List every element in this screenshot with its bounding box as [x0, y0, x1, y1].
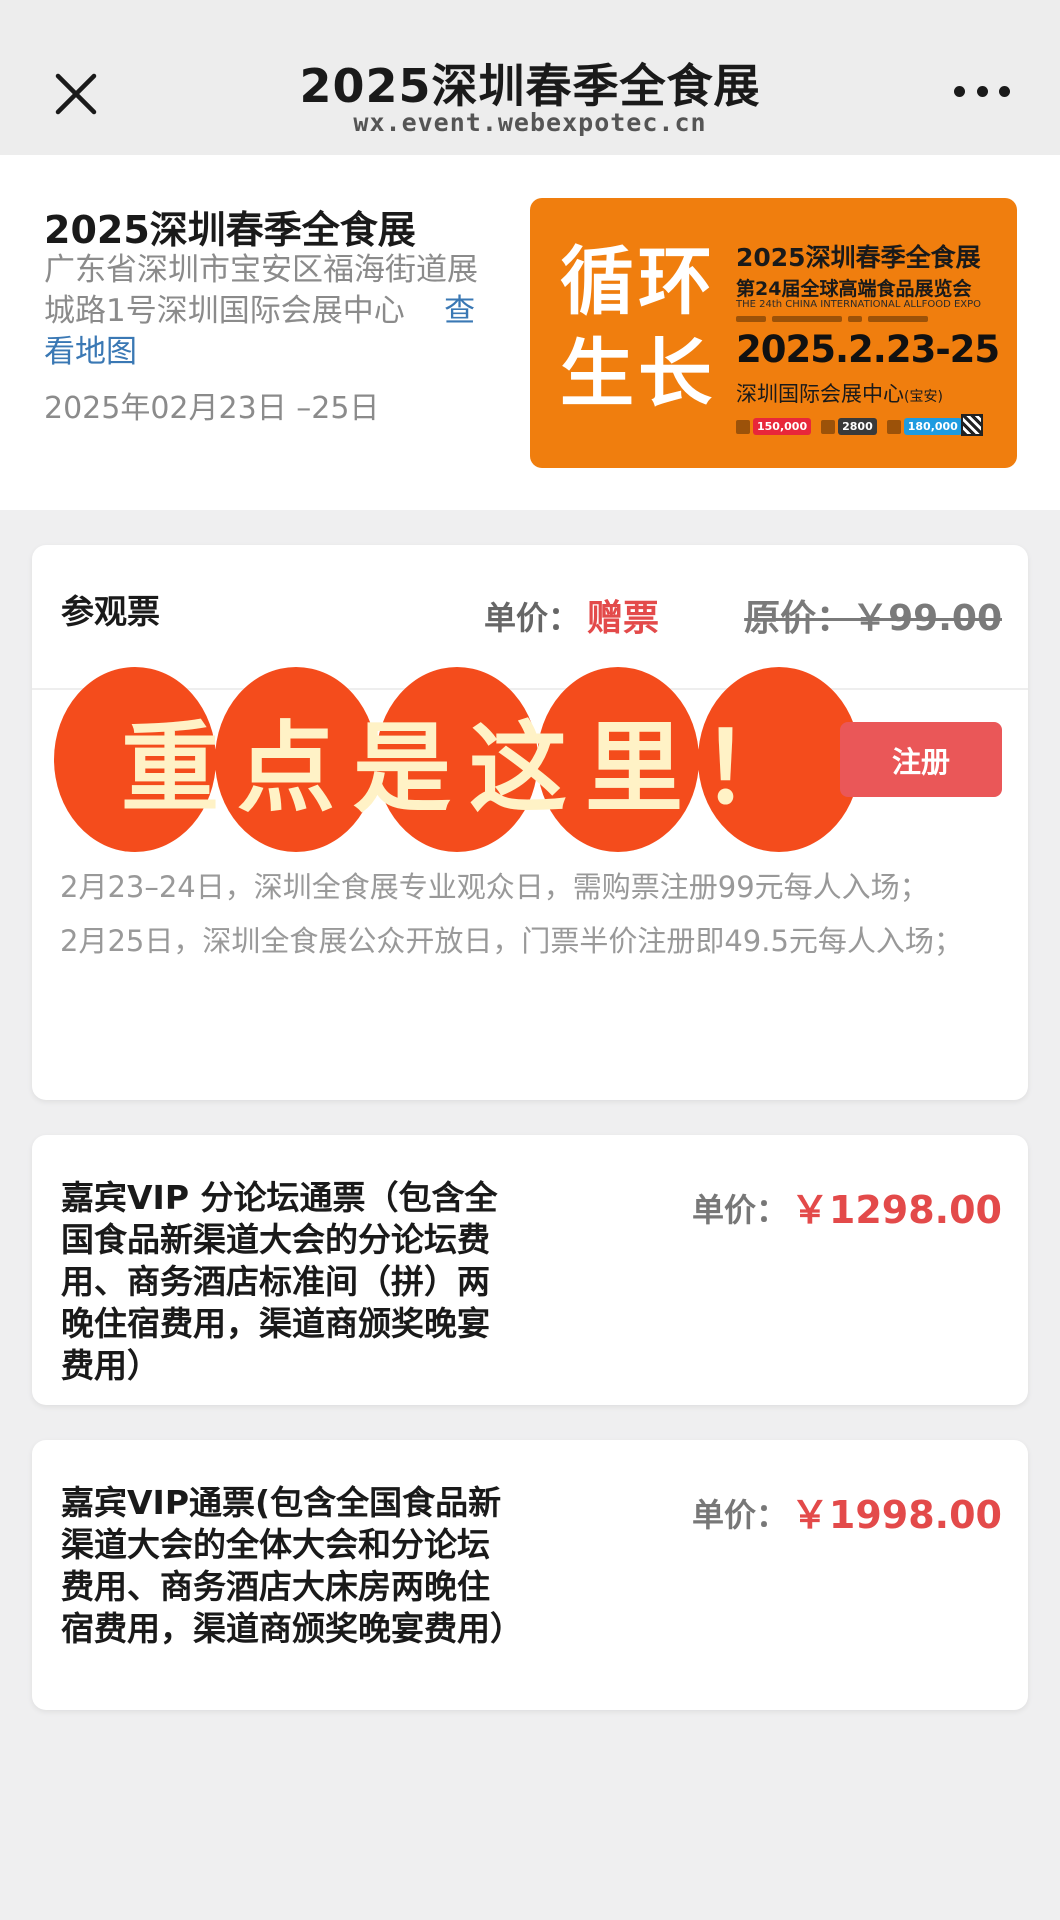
top-bar: 2025深圳春季全食展 wx.event.webexpotec.cn	[0, 0, 1060, 155]
more-dot-icon	[976, 86, 988, 97]
ticket-card-visitor: 参观票 单价： 赠票 原价：￥99.00 重点是这里！ 注册 2月23–24日，…	[32, 545, 1028, 1100]
ticket-name: 参观票	[61, 592, 160, 631]
ticket-card-vip-full[interactable]: 嘉宾VIP通票(包含全国食品新渠道大会的全体大会和分论坛费用、商务酒店大床房两晚…	[32, 1440, 1028, 1710]
ticket-description-line: 2月25日，深圳全食展公众开放日，门票半价注册即49.5元每人入场；	[60, 924, 963, 958]
poster-dates: 2025.2.23-25	[736, 328, 1000, 371]
poster-subtitle: 第24届全球高端食品展览会	[736, 278, 972, 300]
ticket-name: 嘉宾VIP通票(包含全国食品新渠道大会的全体大会和分论坛费用、商务酒店大床房两晚…	[61, 1483, 523, 1648]
poster-english-title: THE 24th CHINA INTERNATIONAL ALLFOOD EXP…	[736, 299, 982, 310]
register-button[interactable]: 注册	[840, 722, 1002, 797]
ticket-price: 赠票	[587, 598, 660, 639]
ticket-description-line: 2月23–24日，深圳全食展专业观众日，需购票注册99元每人入场；	[60, 870, 929, 904]
ticket-price: ￥1998.00	[790, 1493, 1002, 1537]
price-label: 单价：	[692, 1496, 789, 1534]
event-date: 2025年02月23日 –25日	[44, 391, 380, 426]
more-dot-icon	[999, 86, 1010, 97]
more-options-button[interactable]	[954, 86, 1010, 102]
poster-stat: 150,000	[736, 418, 812, 435]
highlight-banner-text: 重点是这里！	[120, 710, 817, 826]
highlight-banner: 重点是这里！	[54, 667, 864, 852]
price-label: 单价：	[692, 1191, 789, 1229]
poster-venue: 深圳国际会展中心(宝安)	[736, 378, 943, 408]
event-info-card: 2025深圳春季全食展 广东省深圳市宝安区福海街道展城路1号深圳国际会展中心 查…	[0, 155, 1060, 510]
ticket-price: ￥1298.00	[790, 1188, 1002, 1232]
page-url: wx.event.webexpotec.cn	[353, 108, 707, 137]
poster-stat: 180,000	[886, 418, 962, 435]
poster-title: 2025深圳春季全食展	[736, 243, 981, 272]
poster-stat-value: 2800	[838, 418, 877, 435]
event-address: 广东省深圳市宝安区福海街道展城路1号深圳国际会展中心 查看地图	[44, 250, 504, 373]
ticket-name: 嘉宾VIP 分论坛通票（包含全国食品新渠道大会的分论坛费用、商务酒店标准间（拼）…	[61, 1178, 498, 1385]
poster-stat-value: 150,000	[753, 418, 812, 435]
poster-stats: 150,000 2800 180,000	[736, 418, 962, 435]
poster-stat-value: 180,000	[903, 418, 962, 435]
poster-slogan: 循环生长	[560, 239, 716, 417]
page-title: 2025深圳春季全食展	[299, 59, 761, 113]
event-poster[interactable]: 循环生长 2025深圳春季全食展 第24届全球高端食品展览会 THE 24th …	[530, 198, 1017, 468]
poster-stat: 2800	[821, 418, 877, 435]
more-dot-icon	[954, 86, 965, 97]
event-name: 2025深圳春季全食展	[44, 208, 416, 252]
event-address-text: 广东省深圳市宝安区福海街道展城路1号深圳国际会展中心	[44, 252, 478, 329]
poster-venue-note: (宝安)	[904, 389, 943, 405]
ticket-description: 2月23–24日，深圳全食展专业观众日，需购票注册99元每人入场； 2月25日，…	[60, 860, 1000, 968]
original-price: 原价：￥99.00	[744, 598, 1002, 639]
price-label: 单价：	[484, 599, 581, 637]
poster-venue-name: 深圳国际会展中心	[736, 382, 904, 406]
poster-organizer-logos	[736, 316, 986, 324]
ticket-card-vip-forum[interactable]: 嘉宾VIP 分论坛通票（包含全国食品新渠道大会的分论坛费用、商务酒店标准间（拼）…	[32, 1135, 1028, 1405]
qr-code-icon	[961, 414, 983, 436]
